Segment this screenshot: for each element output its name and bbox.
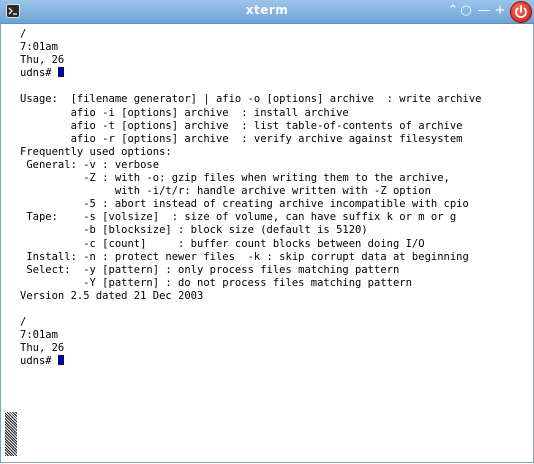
terminal-line-text: Select: -y [pattern] : only process file… [20, 263, 400, 276]
terminal-line: -c [count] : buffer count blocks between… [20, 238, 526, 251]
terminal-line: Install: -n : protect newer files -k : s… [20, 251, 526, 264]
close-button[interactable] [510, 1, 532, 23]
terminal-line-text: Thu, 26 [20, 342, 65, 355]
chevron-up-icon: ⌃ [447, 3, 459, 18]
terminal-line-text: 7:01am [20, 41, 58, 54]
terminal-line: Usage: [filename generator] | afio -o [o… [20, 93, 526, 106]
terminal-line-text: / [20, 316, 27, 329]
terminal-line-text: -b [blocksize] : block size (default is … [20, 224, 368, 237]
terminal-line: afio -r [options] archive : verify archi… [20, 133, 526, 146]
terminal-line-text: / [20, 28, 27, 40]
terminal-line: -b [blocksize] : block size (default is … [20, 224, 526, 237]
terminal-line: udns# [20, 67, 526, 80]
terminal-line: 7:01am [20, 329, 526, 342]
shade-button[interactable]: ⌃ [446, 4, 460, 18]
terminal-output[interactable]: /7:01am Thu, 26 udns# Usage: [filename gen… [20, 28, 526, 454]
minimize-icon: — [477, 3, 491, 18]
minimize-button[interactable]: — [477, 4, 491, 18]
terminal-line-text: udns# [20, 67, 58, 80]
terminal-line: udns# [20, 355, 526, 368]
terminal-line-text: afio -t [options] archive : list table-o… [20, 119, 463, 132]
terminal-line-text: afio -i [options] archive : install arch… [20, 106, 349, 119]
terminal-line-text: Usage: [filename generator] | afio -o [o… [20, 93, 482, 106]
terminal-line: afio -t [options] archive : list table-o… [20, 120, 526, 133]
terminal-line: Frequently used options: [20, 146, 526, 159]
terminal-line-text: Tape: -s [volsize] : size of volume, can… [20, 211, 457, 224]
terminal-line-text: -Z : with -o: gzip files when writing th… [20, 172, 450, 185]
terminal-line: Version 2.5 dated 21 Dec 2003 [20, 290, 526, 303]
terminal-line: with -i/t/r: handle archive written with… [20, 185, 526, 198]
terminal-line: / [20, 28, 526, 41]
terminal-line: -5 : abort instead of creating archive i… [20, 198, 526, 211]
terminal-line-text: -Y [pattern] : do not process files matc… [20, 276, 412, 289]
circle-icon: ○ [460, 3, 472, 18]
terminal-line-text: udns# [20, 355, 58, 368]
terminal-line: Thu, 26 [20, 54, 526, 67]
terminal-line: -Y [pattern] : do not process files matc… [20, 277, 526, 290]
terminal-line-text: afio -r [options] archive : verify archi… [20, 132, 463, 145]
plus-icon: + [494, 3, 506, 18]
terminal-line-text: Thu, 26 [20, 54, 65, 67]
terminal-line: Tape: -s [volsize] : size of volume, can… [20, 211, 526, 224]
terminal-line-text: 7:01am [20, 329, 58, 342]
sticky-button[interactable]: ○ [459, 4, 473, 18]
terminal-line: -Z : with -o: gzip files when writing th… [20, 172, 526, 185]
terminal-line: Select: -y [pattern] : only process file… [20, 264, 526, 277]
terminal-line: afio -i [options] archive : install arch… [20, 107, 526, 120]
cursor [57, 67, 64, 78]
scrollbar[interactable] [5, 24, 17, 456]
terminal-line: 7:01am [20, 41, 526, 54]
terminal-line-text: General: -v : verbose [20, 158, 160, 171]
window-titlebar[interactable]: xterm ⌃ ○ — + [0, 0, 534, 24]
terminal-line-text: Install: -n : protect newer files -k : s… [20, 250, 469, 263]
power-icon [515, 5, 527, 18]
terminal-line-text: Frequently used options: [20, 145, 172, 158]
terminal-line-text: with -i/t/r: handle archive written with… [20, 185, 431, 198]
scrollbar-thumb[interactable] [5, 412, 17, 456]
terminal-line-text: Version 2.5 dated 21 Dec 2003 [20, 289, 204, 302]
terminal-line: / [20, 316, 526, 329]
terminal-line: General: -v : verbose [20, 159, 526, 172]
terminal-line: Thu, 26 [20, 342, 526, 355]
terminal-line-text: -5 : abort instead of creating archive i… [20, 198, 469, 211]
maximize-button[interactable]: + [493, 4, 507, 18]
terminal-line-text: -c [count] : buffer count blocks between… [20, 237, 425, 250]
cursor [57, 355, 64, 366]
